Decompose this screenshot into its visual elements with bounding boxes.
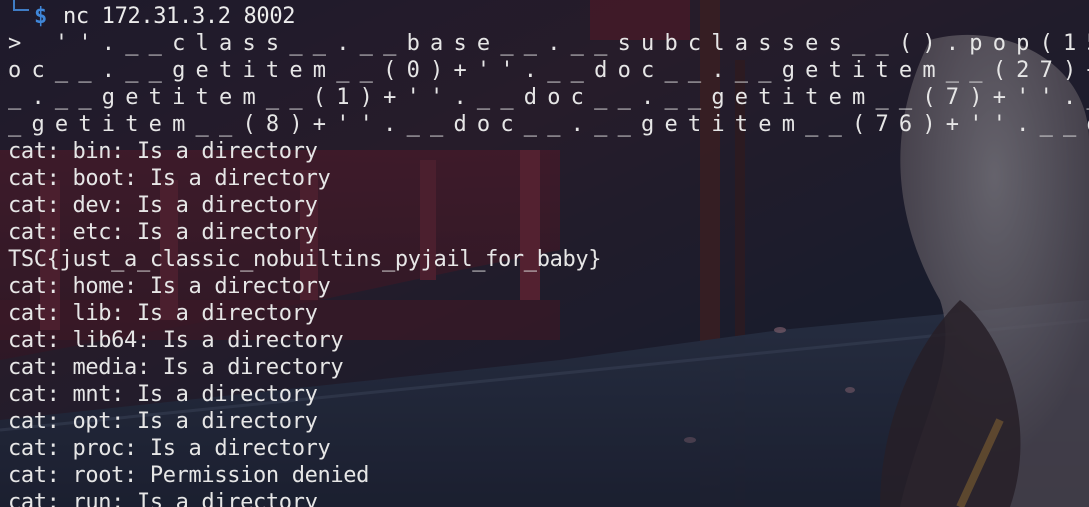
output-line: cat: lib64: Is a directory: [8, 328, 344, 353]
payload-line-4: _getitem__(8)+''.__doc__.__getitem__(76)…: [8, 112, 1089, 137]
output-line: cat: proc: Is a directory: [8, 436, 331, 461]
terminal-text-area[interactable]: $ nc 172.31.3.2 8002 > ''.__class__.__ba…: [8, 0, 1089, 507]
prompt-dollar-sign: $: [34, 4, 48, 29]
output-line: cat: etc: Is a directory: [8, 220, 318, 245]
output-line: cat: dev: Is a directory: [8, 193, 318, 218]
output-line: cat: lib: Is a directory: [8, 301, 318, 326]
terminal-window[interactable]: $ nc 172.31.3.2 8002 > ''.__class__.__ba…: [0, 0, 1089, 507]
output-line: cat: media: Is a directory: [8, 355, 344, 380]
output-line: cat: opt: Is a directory: [8, 409, 318, 434]
output-line: cat: home: Is a directory: [8, 274, 331, 299]
output-line: cat: boot: Is a directory: [8, 166, 331, 191]
payload-line-2: oc__.__getitem__(0)+''.__doc__.__getitem…: [8, 58, 1089, 83]
payload-line-3: _.__getitem__(1)+''.__doc__.__getitem__(…: [8, 85, 1089, 110]
output-line: cat: run: Is a directory: [8, 490, 318, 507]
output-line: cat: bin: Is a directory: [8, 139, 318, 164]
output-line: cat: mnt: Is a directory: [8, 382, 318, 407]
flag-line: TSC{just_a_classic_nobuiltins_pyjail_for…: [8, 247, 602, 272]
command-text: nc 172.31.3.2 8002: [63, 4, 296, 29]
output-line: cat: root: Permission denied: [8, 463, 370, 488]
prompt-corner-line: [13, 0, 29, 11]
payload-line-1: > ''.__class__.__base__.__subclasses__()…: [8, 31, 1089, 56]
